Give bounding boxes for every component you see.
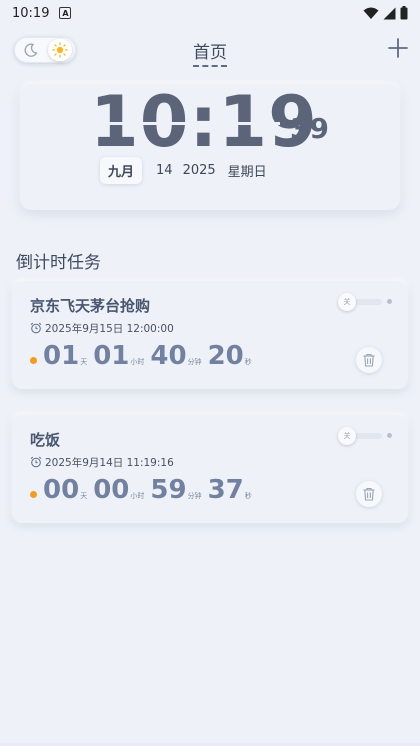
countdown-minutes-unit: 分钟 <box>187 358 202 366</box>
status-right <box>363 6 408 20</box>
status-bar: 10:19 A <box>0 0 420 26</box>
clock-card: 10:19 39 九月 14 2025 星期日 <box>20 82 400 210</box>
task-enable-toggle[interactable]: 关 <box>338 293 392 311</box>
toggle-knob[interactable]: 关 <box>338 293 356 311</box>
header: 首页 <box>0 30 420 70</box>
countdown-days: 00 <box>43 475 80 505</box>
task-card[interactable]: 吃饭 关 2025年9月14日 11:19:16 00 天 00 小时 59 分… <box>12 415 408 523</box>
date-year: 2025 <box>182 162 216 178</box>
countdown-hours-unit: 小时 <box>130 358 145 366</box>
clock-divider-line <box>92 122 280 125</box>
countdown-seconds: 37 <box>207 475 244 505</box>
add-button[interactable] <box>386 36 410 60</box>
alarm-clock-icon <box>30 322 42 334</box>
countdown-days-unit: 天 <box>80 492 88 500</box>
clock-date: 九月 14 2025 星期日 <box>100 156 267 184</box>
delete-button[interactable] <box>356 347 382 373</box>
signal-icon <box>383 7 396 19</box>
task-target-time: 2025年9月15日 12:00:00 <box>30 321 174 335</box>
task-name: 吃饭 <box>30 431 61 449</box>
delete-button[interactable] <box>356 481 382 507</box>
task-target-time: 2025年9月14日 11:19:16 <box>30 455 174 469</box>
toggle-dot <box>387 433 392 438</box>
page-title: 首页 <box>0 38 420 67</box>
date-day: 14 <box>156 162 173 178</box>
toggle-track <box>352 433 382 439</box>
countdown-seconds-unit: 秒 <box>244 358 252 366</box>
countdown-seconds-unit: 秒 <box>244 492 252 500</box>
page-title-text: 首页 <box>193 43 227 67</box>
alarm-clock-icon <box>30 456 42 468</box>
task-target-text: 2025年9月15日 12:00:00 <box>45 322 174 335</box>
countdown-hours: 00 <box>93 475 130 505</box>
status-dot <box>30 490 37 498</box>
countdown-hours-unit: 小时 <box>130 492 145 500</box>
app-notification-icon: A <box>59 7 72 19</box>
countdown-days: 01 <box>43 341 80 371</box>
countdown-hours: 01 <box>93 341 130 371</box>
toggle-knob[interactable]: 关 <box>338 427 356 445</box>
countdown: 00 天 00 小时 59 分钟 37 秒 <box>30 475 258 509</box>
status-left: 10:19 A <box>12 5 72 21</box>
task-target-text: 2025年9月14日 11:19:16 <box>45 456 174 469</box>
status-time: 10:19 <box>12 5 50 21</box>
countdown-minutes: 59 <box>150 475 187 505</box>
section-title: 倒计时任务 <box>16 253 101 273</box>
countdown-minutes-unit: 分钟 <box>187 492 202 500</box>
countdown-minutes: 40 <box>150 341 187 371</box>
task-enable-toggle[interactable]: 关 <box>338 427 392 445</box>
countdown-seconds: 20 <box>207 341 244 371</box>
clock-seconds: 39 <box>290 112 329 145</box>
countdown: 01 天 01 小时 40 分钟 20 秒 <box>30 341 258 375</box>
trash-icon <box>363 353 375 367</box>
toggle-track <box>352 299 382 305</box>
countdown-days-unit: 天 <box>80 358 88 366</box>
date-weekday: 星期日 <box>227 164 267 180</box>
task-card[interactable]: 京东飞天茅台抢购 关 2025年9月15日 12:00:00 01 天 01 小… <box>12 281 408 389</box>
toggle-dot <box>387 299 392 304</box>
battery-icon <box>400 6 408 20</box>
task-name: 京东飞天茅台抢购 <box>30 297 151 315</box>
trash-icon <box>363 487 375 501</box>
month-chip: 九月 <box>100 156 143 184</box>
status-dot <box>30 356 37 364</box>
wifi-icon <box>363 7 379 19</box>
